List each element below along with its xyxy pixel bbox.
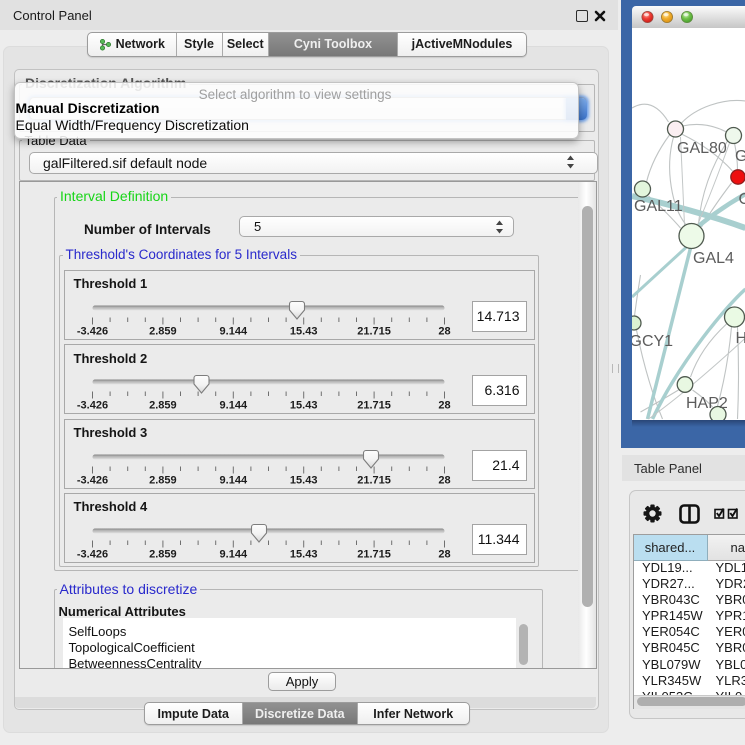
svg-text:-3.426: -3.426 xyxy=(76,474,107,486)
svg-text:H: H xyxy=(735,330,745,347)
svg-text:9.144: 9.144 xyxy=(219,325,247,337)
svg-text:21.715: 21.715 xyxy=(357,400,391,412)
svg-text:2.859: 2.859 xyxy=(149,325,177,337)
svg-text:9.144: 9.144 xyxy=(219,400,247,412)
svg-text:15.43: 15.43 xyxy=(289,325,317,337)
svg-text:15.43: 15.43 xyxy=(289,548,317,560)
svg-text:28: 28 xyxy=(438,474,450,486)
svg-text:21.715: 21.715 xyxy=(357,548,391,560)
svg-text:21.715: 21.715 xyxy=(357,325,391,337)
svg-text:GAL11: GAL11 xyxy=(634,198,683,215)
svg-text:9.144: 9.144 xyxy=(219,548,247,560)
svg-text:GAL4: GAL4 xyxy=(693,250,734,267)
svg-text:GAL80: GAL80 xyxy=(677,140,727,157)
svg-text:15.43: 15.43 xyxy=(289,474,317,486)
svg-text:28: 28 xyxy=(438,400,450,412)
svg-text:2.859: 2.859 xyxy=(149,400,177,412)
svg-text:C: C xyxy=(738,191,745,208)
svg-text:15.43: 15.43 xyxy=(289,400,317,412)
svg-text:9.144: 9.144 xyxy=(219,474,247,486)
svg-text:2.859: 2.859 xyxy=(149,474,177,486)
svg-text:GCY1: GCY1 xyxy=(632,333,673,350)
svg-text:-3.426: -3.426 xyxy=(76,548,107,560)
svg-text:21.715: 21.715 xyxy=(357,474,391,486)
svg-text:GA: GA xyxy=(735,148,745,165)
svg-text:HAP2: HAP2 xyxy=(686,395,728,412)
svg-text:-3.426: -3.426 xyxy=(76,325,107,337)
svg-text:28: 28 xyxy=(438,325,450,337)
svg-text:-3.426: -3.426 xyxy=(76,400,107,412)
svg-text:28: 28 xyxy=(438,548,450,560)
svg-text:2.859: 2.859 xyxy=(149,548,177,560)
